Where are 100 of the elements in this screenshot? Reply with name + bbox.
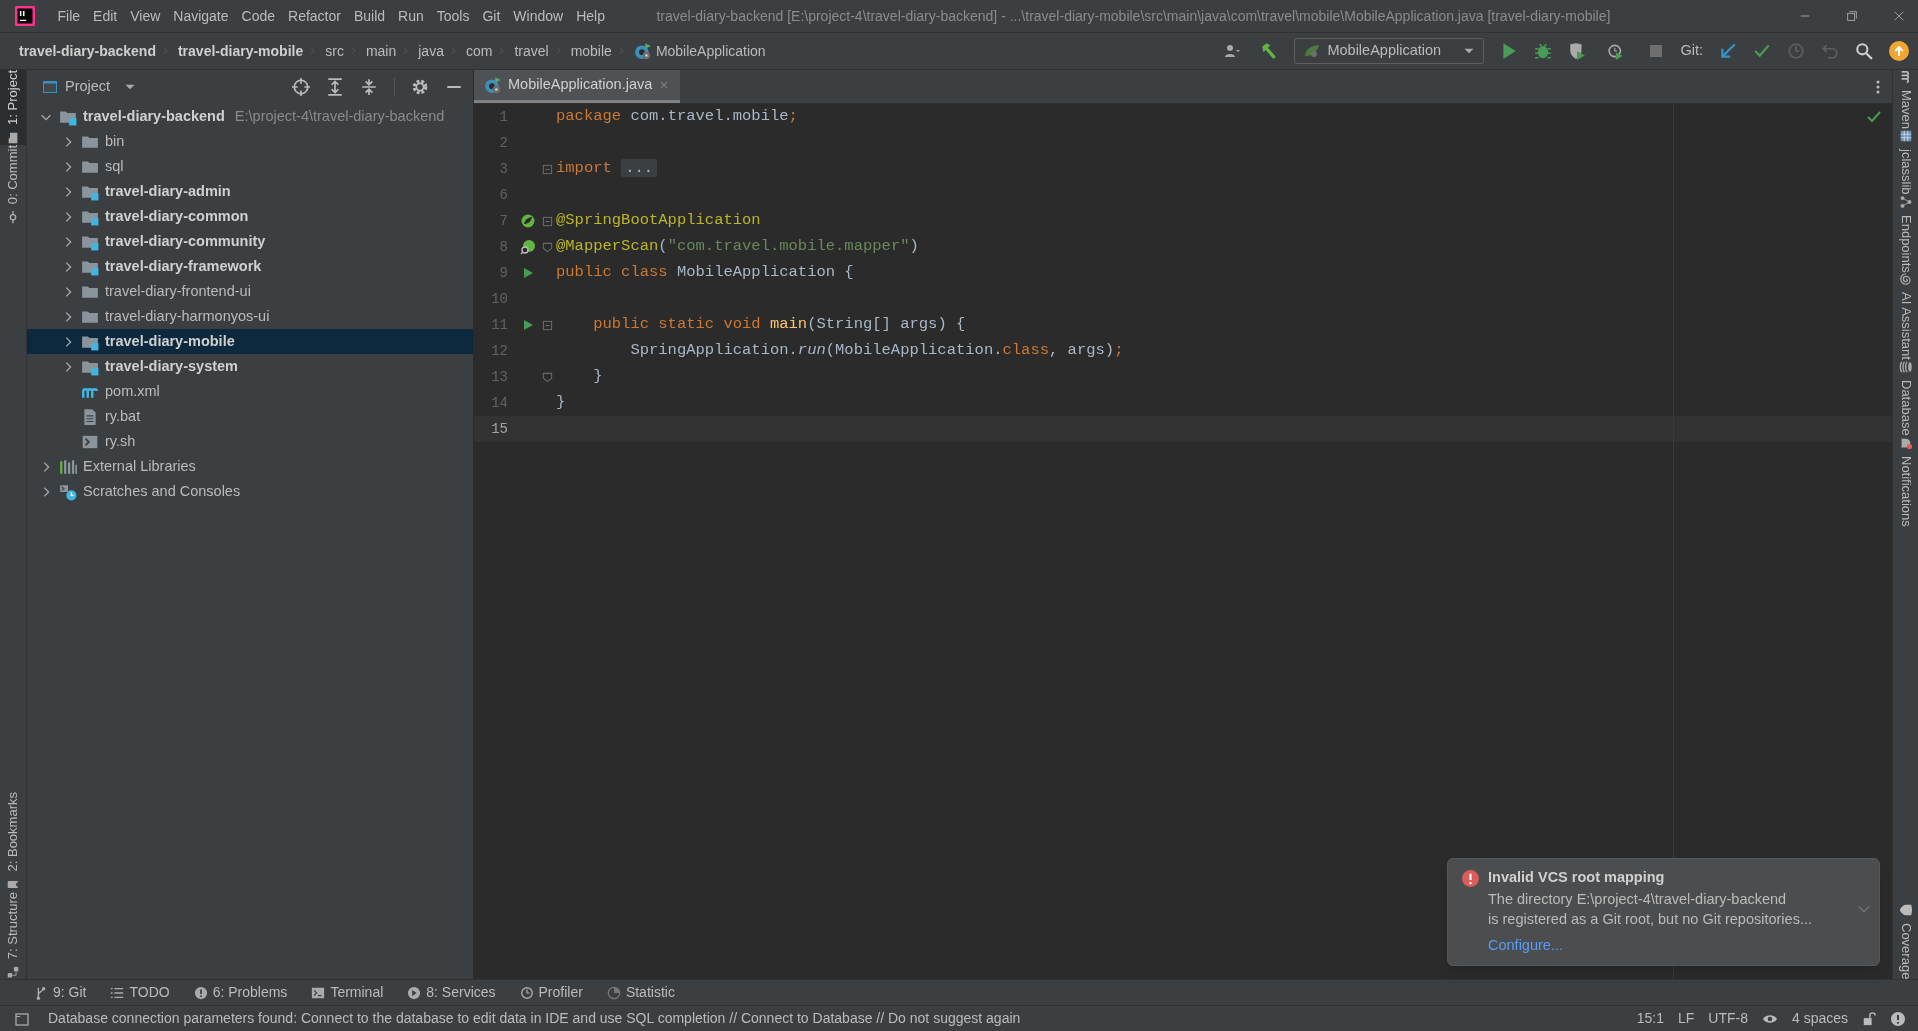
tool-window-tab[interactable]: Notifications	[1893, 435, 1918, 527]
line-number: 12	[490, 341, 509, 361]
spring-bean-search-icon[interactable]	[520, 239, 536, 255]
menu-item[interactable]: Run	[391, 5, 431, 27]
close-icon[interactable]	[1892, 9, 1906, 23]
tool-window-tab[interactable]: 7: Structure	[0, 891, 26, 979]
tree-row[interactable]: travel-diary-common	[27, 204, 473, 229]
fold-marker-icon[interactable]	[542, 163, 553, 175]
warning-icon	[193, 985, 208, 1000]
coverage-run-icon[interactable]	[1568, 42, 1587, 60]
menu-item[interactable]: Help	[569, 5, 612, 27]
breadcrumb[interactable]: java	[418, 40, 444, 62]
tree-row[interactable]: travel-diary-framework	[27, 254, 473, 279]
collapse-all-icon[interactable]	[360, 78, 378, 96]
status-item[interactable]: UTF-8	[1708, 1008, 1748, 1029]
tree-row[interactable]: travel-diary-backend E:\project-4\travel-diary-backend	[27, 104, 473, 129]
expand-all-icon[interactable]	[326, 78, 344, 96]
search-icon[interactable]	[1855, 42, 1873, 60]
commit-check-icon[interactable]	[1753, 42, 1771, 60]
crosshair-icon[interactable]	[292, 78, 310, 96]
menu-item[interactable]: Edit	[86, 5, 124, 27]
tree-row[interactable]: travel-diary-frontend-ui	[27, 279, 473, 304]
update-badge-icon[interactable]	[1889, 41, 1909, 61]
settings-icon[interactable]	[411, 78, 429, 96]
tool-window-button[interactable]: Statistic	[606, 982, 675, 1003]
menu-item[interactable]: Tools	[430, 5, 476, 27]
tree-row[interactable]: travel-diary-mobile	[27, 329, 473, 354]
breadcrumb[interactable]: MobileApplication	[655, 40, 766, 62]
tool-window-button[interactable]: 8: Services	[407, 982, 496, 1003]
breadcrumb[interactable]: travel-diary-backend	[19, 40, 156, 62]
tool-window-button[interactable]: 6: Problems	[193, 982, 288, 1003]
tree-row[interactable]: bin	[27, 129, 473, 154]
debug-bug-icon[interactable]	[1534, 42, 1553, 60]
tool-window-tab[interactable]: AI Assistant	[1893, 272, 1918, 361]
breadcrumb[interactable]: main	[365, 40, 397, 62]
stop-icon[interactable]	[1648, 43, 1665, 59]
spring-bean-icon[interactable]	[520, 213, 536, 229]
panel-toggle-icon[interactable]	[14, 1010, 30, 1027]
code-line: }	[592, 366, 603, 388]
tool-window-tab[interactable]: Endpoints	[1893, 194, 1918, 273]
run-configuration-dropdown[interactable]: MobileApplication	[1294, 38, 1485, 64]
tool-window-tab[interactable]: 0: Commit	[0, 144, 26, 225]
tree-row[interactable]: ry.sh	[27, 429, 473, 454]
hammer-icon[interactable]	[1260, 42, 1279, 60]
tree-item-label: ry.bat	[105, 406, 141, 426]
tree-row[interactable]: travel-diary-admin	[27, 179, 473, 204]
breadcrumb[interactable]: mobile	[570, 40, 612, 62]
breadcrumb[interactable]: travel	[514, 40, 549, 62]
menu-item[interactable]: Navigate	[166, 5, 236, 27]
menu-item[interactable]: Build	[347, 5, 392, 27]
update-arrow-icon[interactable]	[1719, 42, 1737, 60]
tree-row[interactable]: Scratches and Consoles	[27, 479, 473, 504]
tool-window-button[interactable]: TODO	[110, 982, 170, 1003]
fold-end-icon[interactable]	[542, 371, 553, 383]
menu-item[interactable]: Window	[506, 5, 570, 27]
tree-item-label: travel-diary-common	[105, 206, 249, 226]
menu-item[interactable]: View	[123, 5, 167, 27]
tree-row[interactable]: travel-diary-community	[27, 229, 473, 254]
lock-icon[interactable]	[1862, 1011, 1876, 1026]
path-hint: E:\project-4\travel-diary-backend	[234, 106, 445, 126]
configure-link[interactable]: Configure...	[1488, 935, 1563, 957]
class-icon	[633, 42, 652, 60]
tool-window-tab[interactable]: Coverage	[1893, 902, 1918, 979]
restore-icon[interactable]	[1845, 9, 1859, 23]
status-item[interactable]: 4 spaces	[1791, 1008, 1848, 1029]
breadcrumb[interactable]: travel-diary-mobile	[177, 40, 304, 62]
tool-window-tab[interactable]: Database	[1893, 360, 1918, 436]
tree-row[interactable]: travel-diary-harmonyos-ui	[27, 304, 473, 329]
menu-item[interactable]: Code	[235, 5, 282, 27]
tool-window-button[interactable]: Terminal	[311, 982, 384, 1003]
tree-row[interactable]: sql	[27, 154, 473, 179]
inspection-ok-icon[interactable]	[1866, 109, 1882, 125]
breadcrumb[interactable]: src	[325, 40, 344, 62]
status-item[interactable]: LF	[1677, 1008, 1695, 1029]
tree-row[interactable]: travel-diary-system	[27, 354, 473, 379]
code-line: @MapperScan("com.travel.mobile.mapper")	[556, 236, 919, 258]
tree-row[interactable]: External Libraries	[27, 454, 473, 479]
tool-window-button[interactable]: Profiler	[519, 982, 583, 1003]
fold-end-icon[interactable]	[542, 241, 553, 253]
tree-row[interactable]: pom.xml	[27, 379, 473, 404]
app-logo-icon[interactable]	[15, 6, 35, 26]
breadcrumb[interactable]: com	[465, 40, 493, 62]
run-configuration-label: MobileApplication	[1327, 41, 1442, 61]
status-item[interactable]: 15:1	[1636, 1008, 1664, 1029]
fold-marker-icon[interactable]	[542, 215, 553, 227]
tool-window-tab[interactable]: Maven	[1893, 70, 1918, 130]
tool-window-tab[interactable]: 1: Project	[0, 70, 26, 145]
project-view-dropdown[interactable]: Project	[65, 76, 137, 98]
alert-icon[interactable]	[1890, 1010, 1906, 1027]
tool-window-button[interactable]: 9: Git	[34, 982, 87, 1003]
tree-row[interactable]: ry.bat	[27, 404, 473, 429]
libraries-icon	[59, 457, 77, 476]
line-number: 2	[498, 133, 509, 153]
tool-window-tab[interactable]: jclasslib	[1893, 129, 1918, 195]
editor-tab[interactable]: MobileApplication.java	[474, 70, 681, 103]
menu-item[interactable]: File	[51, 5, 87, 27]
menu-item[interactable]: Git	[475, 5, 507, 27]
fold-marker-icon[interactable]	[542, 319, 553, 331]
menu-item[interactable]: Refactor	[281, 5, 348, 27]
tool-window-tab[interactable]: 2: Bookmarks	[0, 792, 26, 892]
